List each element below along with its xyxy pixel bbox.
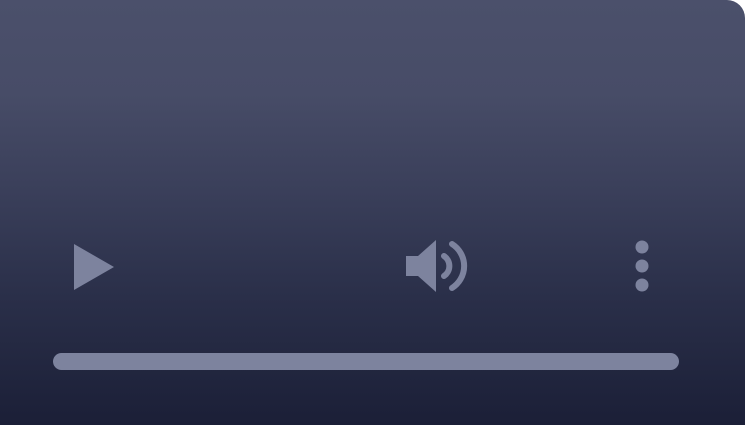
volume-icon <box>406 240 468 292</box>
play-icon <box>74 244 114 290</box>
volume-button[interactable] <box>398 230 484 302</box>
play-button[interactable] <box>62 235 126 299</box>
progress-bar[interactable] <box>53 353 679 370</box>
media-player <box>0 0 745 425</box>
more-options-button[interactable] <box>618 230 666 302</box>
more-vertical-icon <box>635 240 649 292</box>
